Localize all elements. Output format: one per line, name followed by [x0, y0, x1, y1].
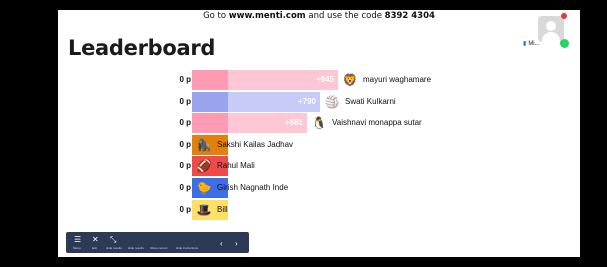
toolbar-label: Menu: [73, 246, 81, 250]
join-code: 8392 4304: [384, 11, 435, 21]
toolbar-label: Hide results: [106, 246, 122, 250]
avatar-body: [542, 32, 560, 42]
score-delta: +681: [284, 118, 303, 128]
participant-name: Bill: [217, 204, 228, 214]
avatar-head: [546, 21, 556, 31]
points-label: 0 p: [179, 161, 191, 171]
join-url[interactable]: www.menti.com: [229, 11, 306, 21]
penguin-icon: 🐧: [311, 116, 327, 131]
toolbar-label[interactable]: Hide results: [128, 246, 144, 250]
football-icon: 🏈: [196, 159, 212, 174]
points-label: 0 p: [179, 182, 191, 192]
leaderboard-row: 0 p 🐤 Girish Nagnath Inde: [166, 177, 496, 198]
score-delta: +945: [315, 75, 334, 84]
leaderboard-row: 0 p 🏈 Rahul Mali: [166, 156, 496, 177]
points-label: 0 p: [179, 118, 191, 128]
leaderboard-row: 0 p 🦍 Sakshi Kailas Jadhav: [166, 134, 496, 155]
toolbar-label: Exit: [92, 246, 98, 250]
participant-name: Swati Kulkarni: [345, 96, 396, 106]
leaderboard-row: 0 p +681 🐧 Vaishnavi monappa sutar: [166, 113, 496, 134]
participant-name: Vaishnavi monappa sutar: [332, 118, 422, 128]
presenter-avatar[interactable]: [538, 13, 567, 42]
next-slide-icon[interactable]: ›: [235, 239, 238, 248]
presentation-slide: Go to www.menti.com and use the code 839…: [58, 10, 580, 257]
score-bar: [192, 70, 228, 90]
score-bar: [192, 91, 228, 112]
points-label: 0 p: [179, 204, 191, 214]
score-delta: +790: [297, 96, 316, 106]
participant-name: Girish Nagnath Inde: [217, 182, 289, 192]
menu-icon[interactable]: ☰: [74, 236, 81, 244]
score-bar: [192, 113, 228, 134]
points-label: 0 p: [179, 139, 191, 149]
lion-icon: 🦁: [342, 73, 358, 87]
whatsapp-icon: [560, 39, 569, 48]
leaderboard-row: 0 p 🎩 Bill: [166, 199, 496, 220]
points-label: 0 p: [179, 75, 191, 84]
toolbar-label[interactable]: Show correct: [150, 246, 168, 250]
toolbar-label[interactable]: Hide instructions: [176, 246, 198, 250]
gorilla-icon: 🦍: [196, 137, 212, 152]
participant-name: Rahul Mali: [217, 161, 255, 171]
leaderboard-list: 0 p +945 🦁 mayuri waghamare 0 p +790 🏐 Swati Ku…: [166, 70, 496, 221]
leaderboard-row: 0 p +790 🏐 Swati Kulkarni: [166, 91, 496, 112]
chick-icon: 🐤: [196, 180, 212, 195]
previous-slide-icon[interactable]: ‹: [220, 239, 223, 248]
leaderboard-row: 0 p +945 🦁 mayuri waghamare: [166, 70, 496, 90]
close-icon[interactable]: ✕: [92, 236, 99, 244]
participant-name: Sakshi Kailas Jadhav: [217, 139, 294, 149]
presenter-name: ▮ Mi...: [523, 41, 540, 47]
join-instructions: Go to www.menti.com and use the code 839…: [203, 11, 435, 21]
points-label: 0 p: [179, 96, 191, 106]
recording-dot-icon: [561, 13, 567, 19]
collapse-icon[interactable]: ⤡: [110, 236, 116, 244]
page-title: Leaderboard: [68, 36, 216, 60]
presenter-toolbar: ☰ Menu ✕ Exit ⤡ Hide results Hide result…: [66, 232, 249, 253]
top-hat-icon: 🎩: [196, 202, 212, 217]
participant-name: mayuri waghamare: [363, 75, 432, 84]
ball-icon: 🏐: [324, 94, 340, 109]
signal-icon: ▮: [523, 41, 527, 47]
